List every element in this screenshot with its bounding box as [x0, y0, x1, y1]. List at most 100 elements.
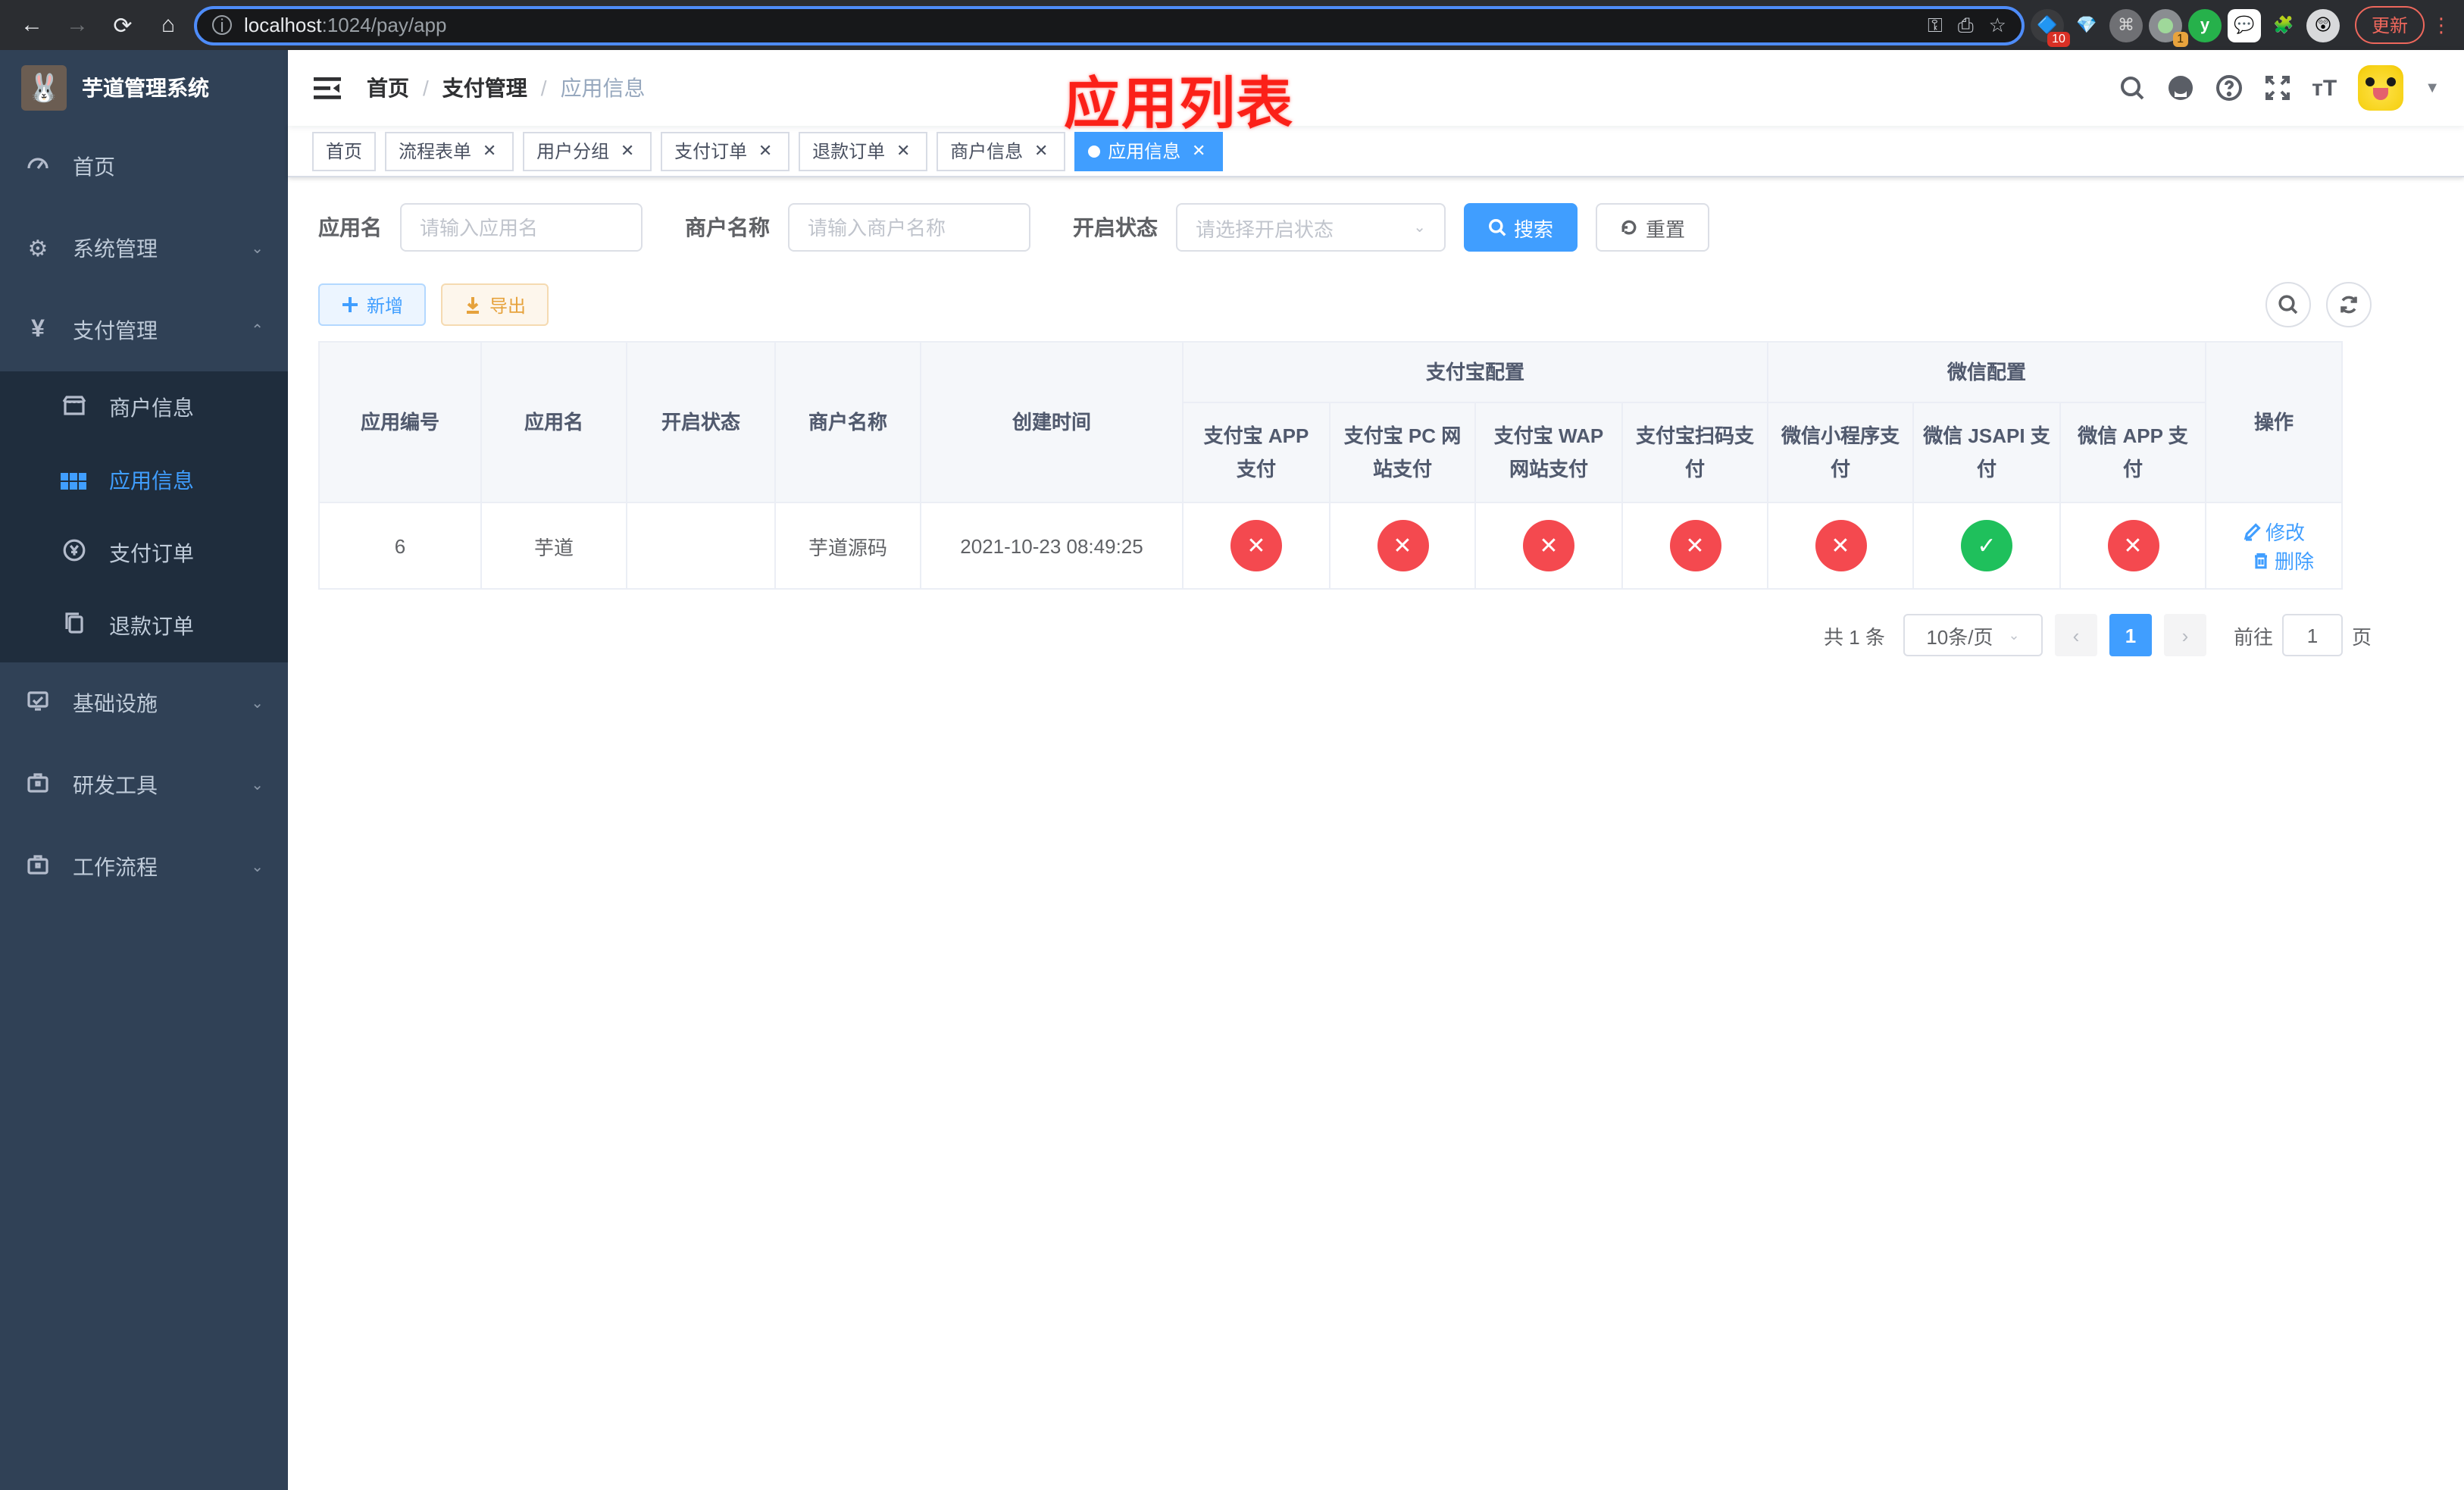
export-button[interactable]: 导出: [441, 283, 549, 326]
close-icon[interactable]: ✕: [893, 140, 914, 161]
fullscreen-icon[interactable]: [2263, 74, 2290, 102]
breadcrumb-current: 应用信息: [560, 76, 646, 100]
merchant-name-input[interactable]: [788, 203, 1030, 252]
alipay-pc-status-button[interactable]: ✕: [1377, 520, 1428, 571]
wechat-mini-status-button[interactable]: ✕: [1815, 520, 1866, 571]
wechat-jsapi-status-button[interactable]: ✓: [1961, 520, 2012, 571]
prev-page-button[interactable]: ‹: [2054, 614, 2097, 656]
search-icon[interactable]: [2118, 74, 2145, 102]
extension-icon-5[interactable]: y: [2187, 8, 2222, 42]
logo-image: 🐰: [21, 65, 67, 111]
key-icon[interactable]: ⚿: [1928, 13, 1943, 37]
browser-menu-icon[interactable]: ⋮: [2431, 13, 2452, 37]
close-icon[interactable]: ✕: [1030, 140, 1052, 161]
chevron-down-icon: ⌄: [251, 777, 264, 794]
extensions-puzzle-icon[interactable]: 🧩: [2267, 8, 2300, 42]
page-number-1[interactable]: 1: [2109, 614, 2152, 656]
alipay-wap-status-button[interactable]: ✕: [1523, 520, 1574, 571]
url-text[interactable]: localhost:1024/pay/app: [244, 14, 1915, 36]
briefcase-icon: [24, 852, 52, 882]
page-size-select[interactable]: 10条/页 ⌄: [1903, 614, 2043, 656]
breadcrumb-home[interactable]: 首页: [367, 73, 409, 103]
refresh-table-button[interactable]: [2326, 282, 2372, 327]
chevron-up-icon: ⌃: [251, 322, 264, 339]
font-size-icon[interactable]: ᴛT: [2312, 75, 2337, 101]
col-actions: 操作: [2205, 341, 2343, 503]
chevron-down-icon: ⌄: [1413, 219, 1426, 236]
extension-badge: 1: [2172, 31, 2188, 46]
breadcrumb-payment[interactable]: 支付管理: [442, 73, 527, 103]
app-name-input[interactable]: [400, 203, 643, 252]
alipay-app-status-button[interactable]: ✕: [1230, 520, 1282, 571]
alipay-qr-status-button[interactable]: ✕: [1669, 520, 1721, 571]
goto-label: 前往: [2233, 625, 2273, 648]
total-count: 共 1 条: [1824, 625, 1885, 648]
user-avatar[interactable]: [2358, 65, 2404, 111]
home-icon[interactable]: ⌂: [149, 5, 188, 45]
tag-merchant-info[interactable]: 商户信息 ✕: [937, 131, 1066, 171]
cell-app-id: 6: [318, 502, 482, 590]
close-icon[interactable]: ✕: [755, 140, 776, 161]
close-icon[interactable]: ✕: [479, 140, 500, 161]
screen: ← → ⟳ ⌂ i localhost:1024/pay/app ⚿ ⎙ ☆ 🔷…: [0, 0, 2464, 1490]
tag-pay-order[interactable]: 支付订单 ✕: [661, 131, 790, 171]
next-page-button[interactable]: ›: [2163, 614, 2206, 656]
status-select[interactable]: 请选择开启状态 ⌄: [1176, 203, 1446, 252]
close-icon[interactable]: ✕: [617, 140, 638, 161]
tag-home[interactable]: 首页: [312, 131, 377, 171]
col-alipay-wap: 支付宝 WAP 网站支付: [1474, 402, 1623, 503]
back-icon[interactable]: ←: [12, 5, 52, 45]
sidebar-item-workflow[interactable]: 工作流程 ⌄: [0, 826, 288, 908]
extension-icon-2[interactable]: 💎: [2070, 8, 2103, 42]
goto-page-input[interactable]: [2281, 614, 2343, 656]
site-info-icon[interactable]: i: [212, 14, 232, 36]
sidebar-item-infrastructure[interactable]: 基础设施 ⌄: [0, 662, 288, 744]
help-icon[interactable]: [2215, 74, 2242, 102]
wechat-app-status-button[interactable]: ✕: [2107, 520, 2159, 571]
extension-icon-6[interactable]: 💬: [2227, 8, 2261, 42]
bookmark-star-icon[interactable]: ☆: [1989, 13, 2006, 37]
app-name-label: 应用名: [318, 215, 382, 239]
sidebar-item-app-info[interactable]: 应用信息: [0, 444, 288, 517]
toggle-search-button[interactable]: [2265, 282, 2311, 327]
reset-button[interactable]: 重置: [1596, 203, 1710, 252]
tag-refund-order[interactable]: 退款订单 ✕: [799, 131, 928, 171]
briefcase-icon: [24, 770, 52, 800]
chrome-update-button[interactable]: 更新: [2354, 6, 2425, 44]
extension-icon-3[interactable]: ⌘: [2109, 8, 2143, 42]
sidebar-item-system[interactable]: ⚙ 系统管理 ⌄: [0, 208, 288, 290]
close-icon[interactable]: ✕: [1188, 140, 1209, 161]
sidebar-item-payment[interactable]: ¥ 支付管理 ⌃: [0, 290, 288, 371]
merchant-name-label: 商户名称: [685, 215, 770, 239]
sidebar-item-pay-order[interactable]: 支付订单: [0, 517, 288, 590]
sidebar-item-merchant-info[interactable]: 商户信息: [0, 371, 288, 444]
sidebar-item-dev-tools[interactable]: 研发工具 ⌄: [0, 744, 288, 826]
col-merchant: 商户名称: [774, 341, 921, 503]
address-bar[interactable]: i localhost:1024/pay/app ⚿ ⎙ ☆: [194, 5, 2025, 45]
github-icon[interactable]: [2166, 74, 2194, 102]
extension-icon-1[interactable]: 🔷 10: [2030, 8, 2070, 46]
search-button[interactable]: 搜索: [1464, 203, 1578, 252]
search-icon: [1489, 219, 1506, 236]
reload-icon[interactable]: ⟳: [103, 5, 142, 45]
refresh-icon: [2340, 296, 2357, 314]
edit-link[interactable]: 修改: [2243, 517, 2305, 546]
extension-badge: 10: [2047, 31, 2070, 46]
chevron-down-icon: ⌄: [251, 240, 264, 257]
sidebar-fold-icon[interactable]: [312, 73, 342, 103]
add-button[interactable]: 新增: [318, 283, 427, 326]
tag-user-group[interactable]: 用户分组 ✕: [523, 131, 652, 171]
forward-icon[interactable]: →: [58, 5, 97, 45]
app-logo[interactable]: 🐰 芋道管理系统: [0, 50, 288, 126]
app-title: 芋道管理系统: [82, 76, 209, 100]
sidebar-item-home[interactable]: 首页: [0, 126, 288, 208]
group-alipay-config: 支付宝配置: [1182, 341, 1768, 403]
sidebar-item-refund-order[interactable]: 退款订单: [0, 590, 288, 662]
tag-process-form[interactable]: 流程表单 ✕: [385, 131, 514, 171]
delete-link[interactable]: 删除: [2252, 546, 2314, 574]
extension-icon-4[interactable]: 1: [2148, 8, 2188, 46]
trash-icon: [2254, 552, 2267, 568]
share-icon[interactable]: ⎙: [1958, 13, 1974, 37]
profile-avatar-icon[interactable]: 😲: [2306, 8, 2340, 42]
avatar-caret-icon[interactable]: ▼: [2425, 80, 2440, 96]
